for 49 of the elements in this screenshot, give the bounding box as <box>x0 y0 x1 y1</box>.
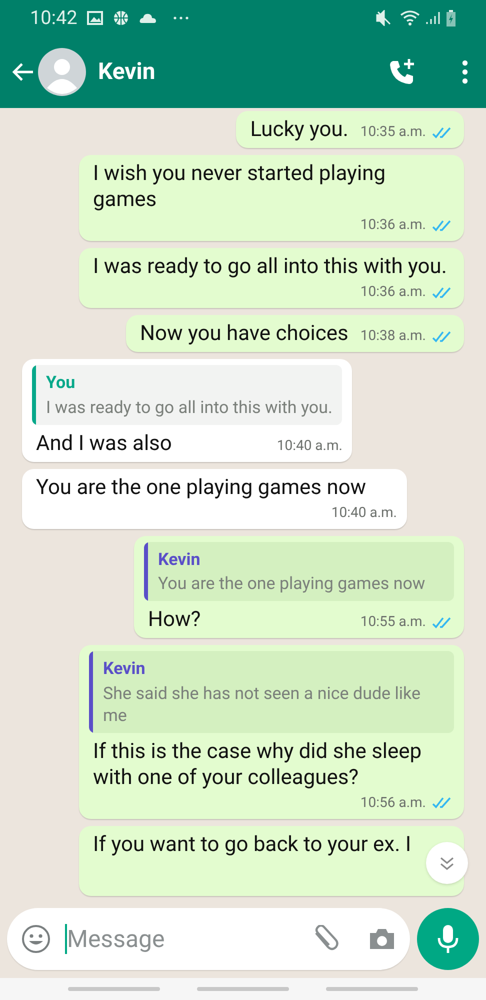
status-time: 10:42 <box>30 4 78 31</box>
nav-handle[interactable] <box>326 987 418 991</box>
quoted-message[interactable]: Kevin You are the one playing games now <box>144 542 454 601</box>
message-time: 10:35 a.m. <box>360 123 426 142</box>
message-field[interactable]: Message <box>7 908 410 970</box>
message-text: Lucky you. <box>249 117 348 143</box>
chevrons-down-icon <box>439 855 455 871</box>
message-text: You are the one playing games now <box>35 474 368 500</box>
message-text: If you want to go back to your ex. I <box>92 832 412 858</box>
contact-name[interactable]: Kevin <box>98 54 156 90</box>
message-time: 10:55 a.m. <box>360 613 426 632</box>
message-time: 10:40 a.m. <box>331 504 397 522</box>
more-icon <box>173 16 190 20</box>
message-text: I wish you never started playing games <box>92 161 386 213</box>
nav-handle[interactable] <box>68 987 160 991</box>
cloud-icon <box>139 12 158 24</box>
quote-text: She said she has not seen a nice dude like me <box>103 682 422 726</box>
camera-icon[interactable] <box>368 927 396 951</box>
image-icon <box>87 11 104 25</box>
avatar-icon[interactable] <box>38 48 86 96</box>
menu-icon[interactable] <box>462 60 468 84</box>
microphone-icon <box>437 924 459 954</box>
mute-icon <box>376 10 392 26</box>
quote-text: You are the one playing games now <box>158 573 426 595</box>
message-time: 10:56 a.m. <box>360 794 426 812</box>
message-text: If this is the case why did she sleep with one of your colleagues? <box>92 738 423 790</box>
message-text: I was ready to go all into this with you. <box>92 254 448 280</box>
message-text: How? <box>147 607 202 633</box>
message-time: 10:38 a.m. <box>360 327 426 346</box>
quote-text: I was ready to go all into this with you. <box>46 396 332 418</box>
quoted-message[interactable]: You I was ready to go all into this with you. <box>32 365 342 424</box>
message-text: Now you have choices <box>139 321 348 347</box>
quoted-message[interactable]: Kevin She said she has not seen a nice dude like me <box>89 651 454 732</box>
message-time: 10:40 a.m. <box>276 436 342 456</box>
message-text: And I was also <box>35 430 173 456</box>
message-time: 10:36 a.m. <box>360 216 426 235</box>
quote-author: You <box>46 372 76 395</box>
back-arrow-icon <box>12 62 34 82</box>
battery-icon <box>446 10 456 26</box>
quote-author: Kevin <box>158 548 202 572</box>
message-time: 10:36 a.m. <box>360 283 426 302</box>
emoji-icon[interactable] <box>21 924 51 954</box>
quote-author: Kevin <box>103 658 146 681</box>
wifi-icon <box>400 10 420 26</box>
signal-icon <box>426 11 440 25</box>
nav-handle[interactable] <box>196 987 289 991</box>
ball-icon <box>113 10 130 26</box>
add-call-icon[interactable] <box>388 58 416 86</box>
message-input[interactable]: Message <box>67 921 310 957</box>
